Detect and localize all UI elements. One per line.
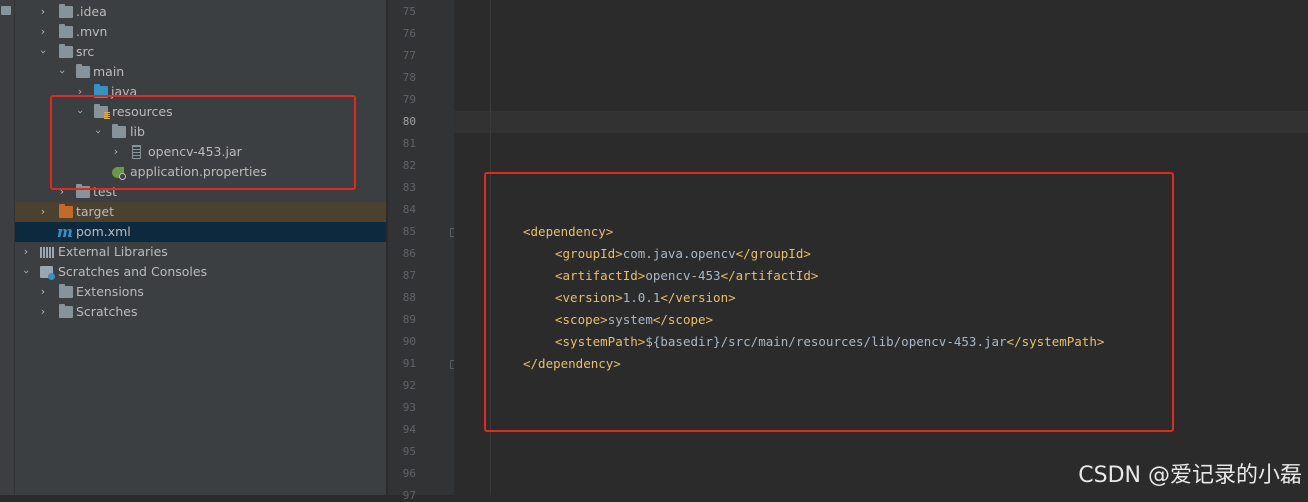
project-tree: › .idea › .mvn › src › main › java › res… [15, 0, 386, 495]
tree-item-scratches[interactable]: › Scratches [15, 302, 386, 322]
tree-item-label: .idea [76, 4, 107, 19]
chevron-right-icon[interactable]: › [37, 305, 49, 319]
line-number: 81 [402, 137, 416, 150]
chevron-down-icon[interactable]: › [36, 46, 50, 58]
folder-icon [59, 44, 73, 58]
annotation-box-resources [50, 95, 356, 190]
line-number: 94 [402, 423, 416, 436]
tree-item-label: .mvn [76, 24, 108, 39]
tree-item-main[interactable]: › main [15, 62, 386, 82]
line-number: 79 [402, 93, 416, 106]
tree-item-external-libraries[interactable]: › External Libraries [15, 242, 386, 262]
maven-icon: m [57, 223, 73, 241]
folder-icon [59, 284, 73, 298]
chevron-right-icon[interactable]: › [37, 25, 49, 39]
tree-item-idea[interactable]: › .idea [15, 2, 386, 22]
watermark: CSDN @爱记录的小磊 [1078, 463, 1302, 488]
tree-item-extensions[interactable]: › Extensions [15, 282, 386, 302]
line-number: 92 [402, 379, 416, 392]
tree-item-src[interactable]: › src [15, 42, 386, 62]
folder-icon [59, 4, 73, 18]
project-tool-icon[interactable] [1, 6, 11, 15]
line-number: 84 [402, 203, 416, 216]
line-number: 96 [402, 467, 416, 480]
tool-window-strip [0, 0, 15, 495]
tree-item-label: main [93, 64, 125, 79]
line-number: 76 [402, 27, 416, 40]
chevron-right-icon[interactable]: › [20, 245, 32, 259]
line-number: 90 [402, 335, 416, 348]
tree-item-mvn[interactable]: › .mvn [15, 22, 386, 42]
line-number: 87 [402, 269, 416, 282]
chevron-down-icon[interactable]: › [55, 66, 69, 78]
line-number: 89 [402, 313, 416, 326]
line-number: 95 [402, 445, 416, 458]
current-line-highlight [454, 111, 1308, 133]
line-number: 82 [402, 159, 416, 172]
chevron-down-icon[interactable]: › [19, 266, 33, 278]
chevron-right-icon[interactable]: › [37, 5, 49, 19]
tree-item-label: target [76, 204, 115, 219]
libraries-icon [40, 247, 54, 258]
line-number: 78 [402, 71, 416, 84]
code-editor[interactable]: <dependency> <groupId>com.java.opencv</g… [454, 0, 1308, 495]
line-number: 83 [402, 181, 416, 194]
tree-item-label: pom.xml [76, 224, 131, 239]
annotation-box-dependency [484, 172, 1174, 432]
line-number: 93 [402, 401, 416, 414]
chevron-right-icon[interactable]: › [37, 205, 49, 219]
chevron-right-icon[interactable]: › [37, 285, 49, 299]
line-number: 85 [402, 225, 416, 238]
tree-item-pom[interactable]: m pom.xml [15, 222, 386, 242]
tree-item-target[interactable]: › target [15, 202, 386, 222]
line-number-current: 80 [402, 115, 416, 128]
line-number: 86 [402, 247, 416, 260]
folder-icon [59, 24, 73, 38]
line-number: 75 [402, 5, 416, 18]
folder-icon [59, 304, 73, 318]
folder-icon [76, 64, 90, 78]
scratches-icon [40, 266, 55, 280]
line-number: 91 [402, 357, 416, 370]
line-number: 97 [402, 489, 416, 502]
tree-item-scratches-consoles[interactable]: › Scratches and Consoles [15, 262, 386, 282]
tree-item-label: External Libraries [58, 244, 168, 259]
tree-item-label: Scratches and Consoles [58, 264, 208, 279]
tree-item-label: Extensions [76, 284, 144, 299]
line-number: 88 [402, 291, 416, 304]
tree-item-label: src [76, 44, 95, 59]
excluded-folder-icon [59, 204, 73, 218]
tree-item-label: Scratches [76, 304, 138, 319]
line-number: 77 [402, 49, 416, 62]
editor-gutter: 75 76 77 78 79 80 81 82 83 84 85 86 87 8… [387, 0, 457, 502]
